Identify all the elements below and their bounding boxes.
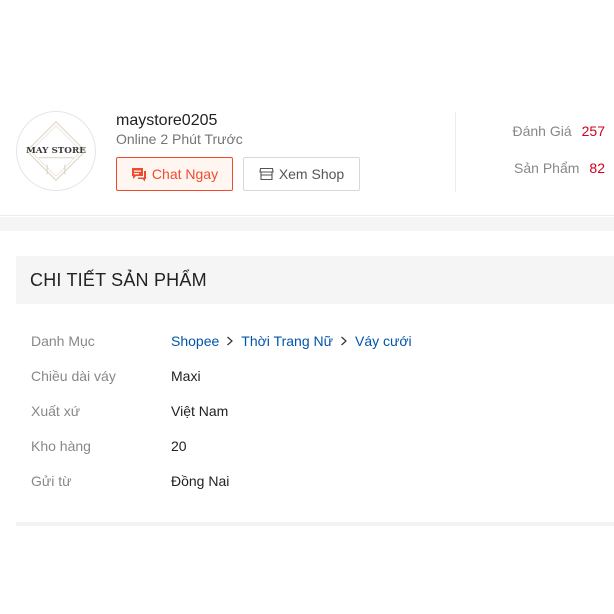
stat-value: 82: [589, 160, 605, 176]
chat-now-button[interactable]: Chat Ngay: [116, 157, 233, 191]
stat-label: Sản Phẩm: [514, 160, 580, 176]
shop-name[interactable]: maystore0205: [116, 112, 217, 130]
section-title: CHI TIẾT SẢN PHẨM: [16, 256, 614, 304]
breadcrumb-vay-cuoi[interactable]: Váy cưới: [355, 333, 412, 349]
detail-value: 20: [171, 438, 187, 454]
chevron-right-icon: [227, 336, 234, 346]
stat-value: 257: [581, 123, 605, 139]
products-stat: Sản Phẩm 82: [514, 160, 605, 176]
shop-info-panel: MAY STORE maystore0205 Online 2 Phút Trư…: [0, 100, 614, 216]
breadcrumb-shopee[interactable]: Shopee: [171, 333, 219, 349]
detail-row: Xuất xứ Việt Nam: [31, 403, 228, 419]
chevron-right-icon: [341, 336, 347, 346]
divider: [455, 112, 456, 192]
detail-value: Việt Nam: [171, 403, 229, 419]
chat-icon: [131, 167, 146, 181]
detail-row: Gửi từ Đồng Nai: [31, 473, 229, 489]
section-gap: [0, 217, 614, 231]
shop-icon: [259, 167, 274, 181]
detail-label: Xuất xứ: [31, 403, 81, 419]
stat-label: Đánh Giá: [512, 123, 572, 139]
detail-row: Kho hàng 20: [31, 438, 187, 454]
logo-text: MAY STORE: [26, 146, 86, 156]
breadcrumb: Shopee Thời Trang Nữ Váy cưới: [171, 333, 412, 349]
view-shop-label: Xem Shop: [278, 166, 345, 182]
detail-label: Kho hàng: [31, 438, 91, 454]
detail-label: Gửi từ: [31, 473, 72, 489]
rating-stat: Đánh Giá 257: [512, 123, 605, 139]
shop-logo: MAY STORE: [26, 121, 86, 181]
shop-avatar[interactable]: MAY STORE: [16, 111, 96, 191]
detail-label: Danh Mục: [31, 333, 95, 349]
shop-online-status: Online 2 Phút Trước: [116, 131, 243, 147]
view-shop-button[interactable]: Xem Shop: [243, 157, 360, 191]
detail-label: Chiều dài váy: [31, 368, 116, 384]
breadcrumb-thoi-trang-nu[interactable]: Thời Trang Nữ: [241, 333, 333, 349]
section-divider: [16, 522, 614, 526]
detail-row: Chiều dài váy Maxi: [31, 368, 201, 384]
chat-now-label: Chat Ngay: [151, 166, 219, 182]
detail-value: Đồng Nai: [171, 473, 230, 489]
detail-value: Maxi: [171, 368, 201, 384]
detail-row-category: Danh Mục Shopee Thời Trang Nữ Váy cưới: [31, 333, 412, 349]
product-page: MAY STORE maystore0205 Online 2 Phút Trư…: [0, 0, 614, 614]
